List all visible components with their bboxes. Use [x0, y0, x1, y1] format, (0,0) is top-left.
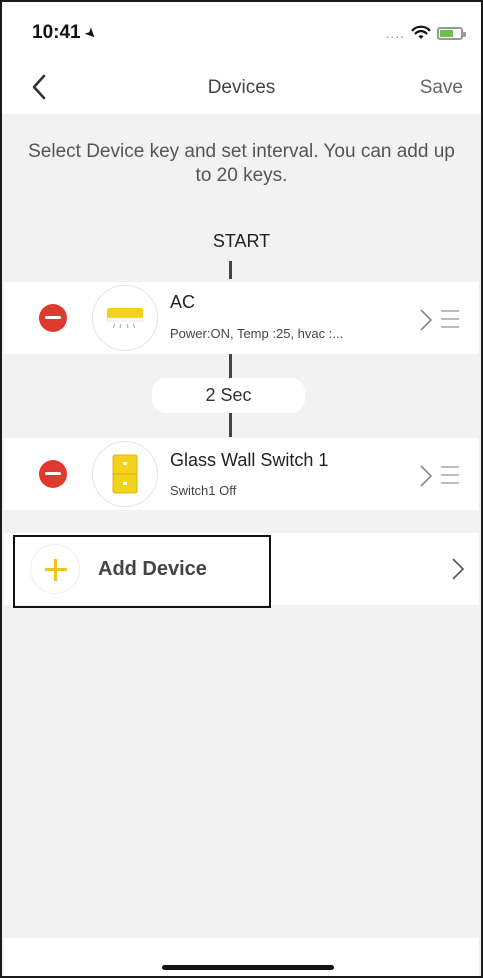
status-bar: 10:41➤ ....	[2, 2, 481, 64]
status-time: 10:41➤	[32, 22, 101, 44]
nav-bar: Devices Save	[2, 64, 481, 114]
device-row-ac[interactable]: AC Power:ON, Temp :25, hvac :...	[4, 282, 479, 354]
page-title: Devices	[207, 77, 276, 98]
remove-device-button[interactable]	[39, 460, 67, 488]
chevron-right-icon[interactable]	[419, 308, 433, 332]
battery-icon	[437, 26, 466, 40]
air-conditioner-icon	[92, 285, 158, 351]
device-row-glass-wall-switch[interactable]: Glass Wall Switch 1 Switch1 Off	[4, 438, 479, 510]
home-indicator[interactable]	[162, 965, 334, 970]
device-name: Glass Wall Switch 1	[170, 450, 329, 470]
drag-handle-icon[interactable]	[441, 310, 459, 330]
wall-switch-icon	[92, 441, 158, 507]
device-status: Switch1 Off	[170, 483, 237, 498]
add-device-highlight	[13, 535, 271, 608]
status-time-text: 10:41	[32, 22, 81, 43]
device-status: Power:ON, Temp :25, hvac :...	[170, 326, 344, 341]
device-name: AC	[170, 292, 196, 312]
start-label: START	[212, 231, 271, 251]
chevron-right-icon[interactable]	[419, 464, 433, 488]
save-button[interactable]: Save	[420, 77, 463, 99]
location-arrow-icon: ➤	[81, 23, 101, 43]
interval-button[interactable]: 2 Sec	[152, 378, 305, 413]
signal-dots: ....	[385, 25, 405, 41]
connector-line	[229, 261, 232, 279]
chevron-right-icon[interactable]	[451, 557, 465, 581]
wifi-icon	[411, 25, 431, 39]
instruction-text: Select Device key and set interval. You …	[28, 141, 455, 186]
status-icons: ....	[385, 24, 466, 42]
bottom-bar	[4, 938, 479, 976]
connector-line	[229, 413, 232, 437]
drag-handle-icon[interactable]	[441, 466, 459, 486]
remove-device-button[interactable]	[39, 304, 67, 332]
app-screen: 10:41➤ .... Devices Save Select Device k…	[0, 0, 483, 978]
connector-line	[229, 354, 232, 378]
